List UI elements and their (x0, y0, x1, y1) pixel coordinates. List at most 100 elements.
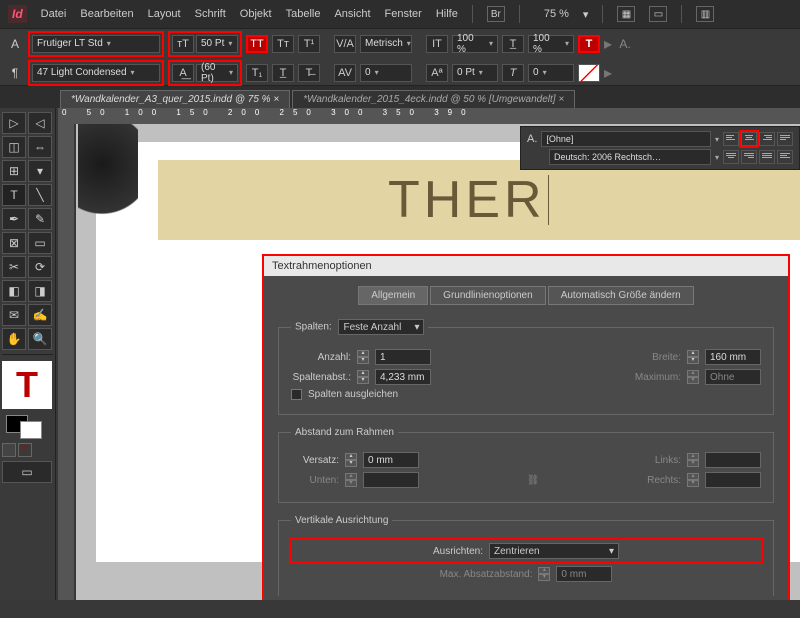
menu-window[interactable]: Fenster (385, 8, 422, 20)
doc-tab-1-label: *Wandkalender_A3_quer_2015.indd @ 75 % (71, 94, 271, 105)
menu-edit[interactable]: Bearbeiten (80, 8, 133, 20)
strikethrough-button[interactable]: T̶ (298, 64, 320, 82)
small-caps-button[interactable]: Tᴛ (272, 35, 294, 53)
scissors-tool[interactable]: ✂ (2, 256, 26, 278)
page-tool[interactable]: ◫ (2, 136, 26, 158)
no-fill-icon[interactable] (578, 64, 600, 82)
swatch-preview[interactable] (2, 415, 52, 439)
direct-select-tool[interactable]: ◁ (28, 112, 52, 134)
para-style-select[interactable]: [Ohne] (541, 131, 711, 147)
zoom-tool[interactable]: 🔍 (28, 328, 52, 350)
tracking[interactable]: 0 (360, 64, 412, 82)
align-center-icon[interactable] (741, 132, 757, 146)
view-mode-tool[interactable]: ▭ (2, 461, 52, 483)
type-tool[interactable]: T (2, 184, 26, 206)
line-tool[interactable]: ╲ (28, 184, 52, 206)
doc-tab-2[interactable]: *Wandkalender_2015_4eck.indd @ 50 % [Umg… (292, 90, 575, 108)
pen-tool[interactable]: ✒ (2, 208, 26, 230)
screen-mode-icon[interactable]: ▭ (649, 6, 667, 22)
language-select[interactable]: Deutsch: 2006 Rechtsch… (549, 149, 711, 165)
max-stepper: ▴▾ (687, 370, 699, 384)
bridge-icon[interactable]: Br (487, 6, 505, 22)
apply-type-icon[interactable]: T (18, 443, 32, 457)
rect-tool[interactable]: ▭ (28, 232, 52, 254)
leading[interactable]: (60 Pt) (196, 64, 238, 82)
inset-fieldset: Abstand zum Rahmen Versatz: ▴▾ Links: ▴▾… (278, 427, 774, 503)
spine-icon[interactable] (777, 150, 793, 164)
justify-last-left-icon[interactable] (777, 132, 793, 146)
separator (681, 5, 682, 23)
menu-type[interactable]: Schrift (195, 8, 226, 20)
dialog-title: Textrahmenoptionen (264, 256, 788, 276)
columns-type-select[interactable]: Feste Anzahl▾ (338, 319, 424, 335)
eyedrop-tool[interactable]: ✍ (28, 304, 52, 326)
view-options-icon[interactable]: ▦ (617, 6, 635, 22)
menu-table[interactable]: Tabelle (286, 8, 321, 20)
gradient-feather-tool[interactable]: ◨ (28, 280, 52, 302)
subscript-button[interactable]: T₁ (246, 64, 268, 82)
count-input[interactable] (375, 349, 431, 365)
superscript-button[interactable]: T¹ (298, 35, 320, 53)
gutter-stepper[interactable]: ▴▾ (357, 370, 369, 384)
dialog-tab-autosize[interactable]: Automatisch Größe ändern (548, 286, 694, 305)
vscale[interactable]: 100 % (528, 35, 574, 53)
menu-help[interactable]: Hilfe (436, 8, 458, 20)
dialog-tab-baseline[interactable]: Grundlinienoptionen (430, 286, 546, 305)
text-frame-options-dialog: Textrahmenoptionen Allgemein Grundlinien… (262, 254, 790, 600)
all-caps-button[interactable]: TT (246, 35, 268, 53)
balance-checkbox[interactable] (291, 389, 302, 400)
count-label: Anzahl: (291, 352, 351, 363)
font-weight-select[interactable]: 47 Light Condensed (32, 64, 160, 82)
baseline[interactable]: 0 Pt (452, 64, 498, 82)
font-size[interactable]: 50 Pt (196, 35, 238, 53)
inset-top-input[interactable] (363, 452, 419, 468)
frame-tool[interactable]: ⊠ (2, 232, 26, 254)
skew[interactable]: 0 (528, 64, 574, 82)
doc-tab-1[interactable]: *Wandkalender_A3_quer_2015.indd @ 75 % × (60, 90, 290, 108)
dialog-tab-general[interactable]: Allgemein (358, 286, 428, 305)
char-style-icon[interactable]: A. (616, 37, 634, 51)
inset-top-label: Versatz: (291, 455, 339, 466)
transform-tool[interactable]: ⟳ (28, 256, 52, 278)
link-icon[interactable]: ⛓ (425, 475, 641, 486)
width-input[interactable] (705, 349, 761, 365)
apply-color-icon[interactable] (2, 443, 16, 457)
close-icon[interactable]: × (558, 94, 564, 105)
gap-tool[interactable]: ⇔ (28, 136, 52, 158)
gradient-tool[interactable]: ◧ (2, 280, 26, 302)
zoom-level[interactable]: 75 % (544, 8, 569, 20)
note-tool[interactable]: ✉ (2, 304, 26, 326)
leading-icon: A͟ (172, 64, 194, 82)
menu-file[interactable]: Datei (41, 8, 67, 20)
type-tool-active-icon[interactable]: T (578, 35, 600, 53)
align-left-icon[interactable] (723, 132, 739, 146)
kerning-select[interactable]: Metrisch (360, 35, 412, 53)
content-tool[interactable]: ⊞ (2, 160, 26, 182)
menu-layout[interactable]: Layout (148, 8, 181, 20)
menu-object[interactable]: Objekt (240, 8, 272, 20)
align-select[interactable]: Zentrieren▾ (489, 543, 619, 559)
hscale[interactable]: 100 % (452, 35, 498, 53)
inset-top-stepper[interactable]: ▴▾ (345, 453, 357, 467)
justify-last-right-icon[interactable] (741, 150, 757, 164)
menu-view[interactable]: Ansicht (334, 8, 370, 20)
close-icon[interactable]: × (273, 94, 279, 105)
selection-tool[interactable]: ▷ (2, 112, 26, 134)
underline-button[interactable]: T̲ (272, 64, 294, 82)
font-family-select[interactable]: Frutiger LT Std (32, 35, 160, 53)
gutter-input[interactable] (375, 369, 431, 385)
text-frame[interactable]: THER (158, 160, 800, 240)
arrange-icon[interactable]: ▥ (696, 6, 714, 22)
para-mode-icon[interactable]: ¶ (6, 66, 24, 80)
justify-last-center-icon[interactable] (723, 150, 739, 164)
dropdown-icon[interactable]: ▾ (28, 160, 52, 182)
count-stepper[interactable]: ▴▾ (357, 350, 369, 364)
justify-all-icon[interactable] (759, 150, 775, 164)
align-right-icon[interactable] (759, 132, 775, 146)
menu-bar: Id Datei Bearbeiten Layout Schrift Objek… (0, 0, 800, 28)
char-mode-icon[interactable]: A (6, 37, 24, 51)
pencil-tool[interactable]: ✎ (28, 208, 52, 230)
width-stepper[interactable]: ▴▾ (687, 350, 699, 364)
fill-stroke-preview[interactable]: T (2, 361, 52, 409)
hand-tool[interactable]: ✋ (2, 328, 26, 350)
